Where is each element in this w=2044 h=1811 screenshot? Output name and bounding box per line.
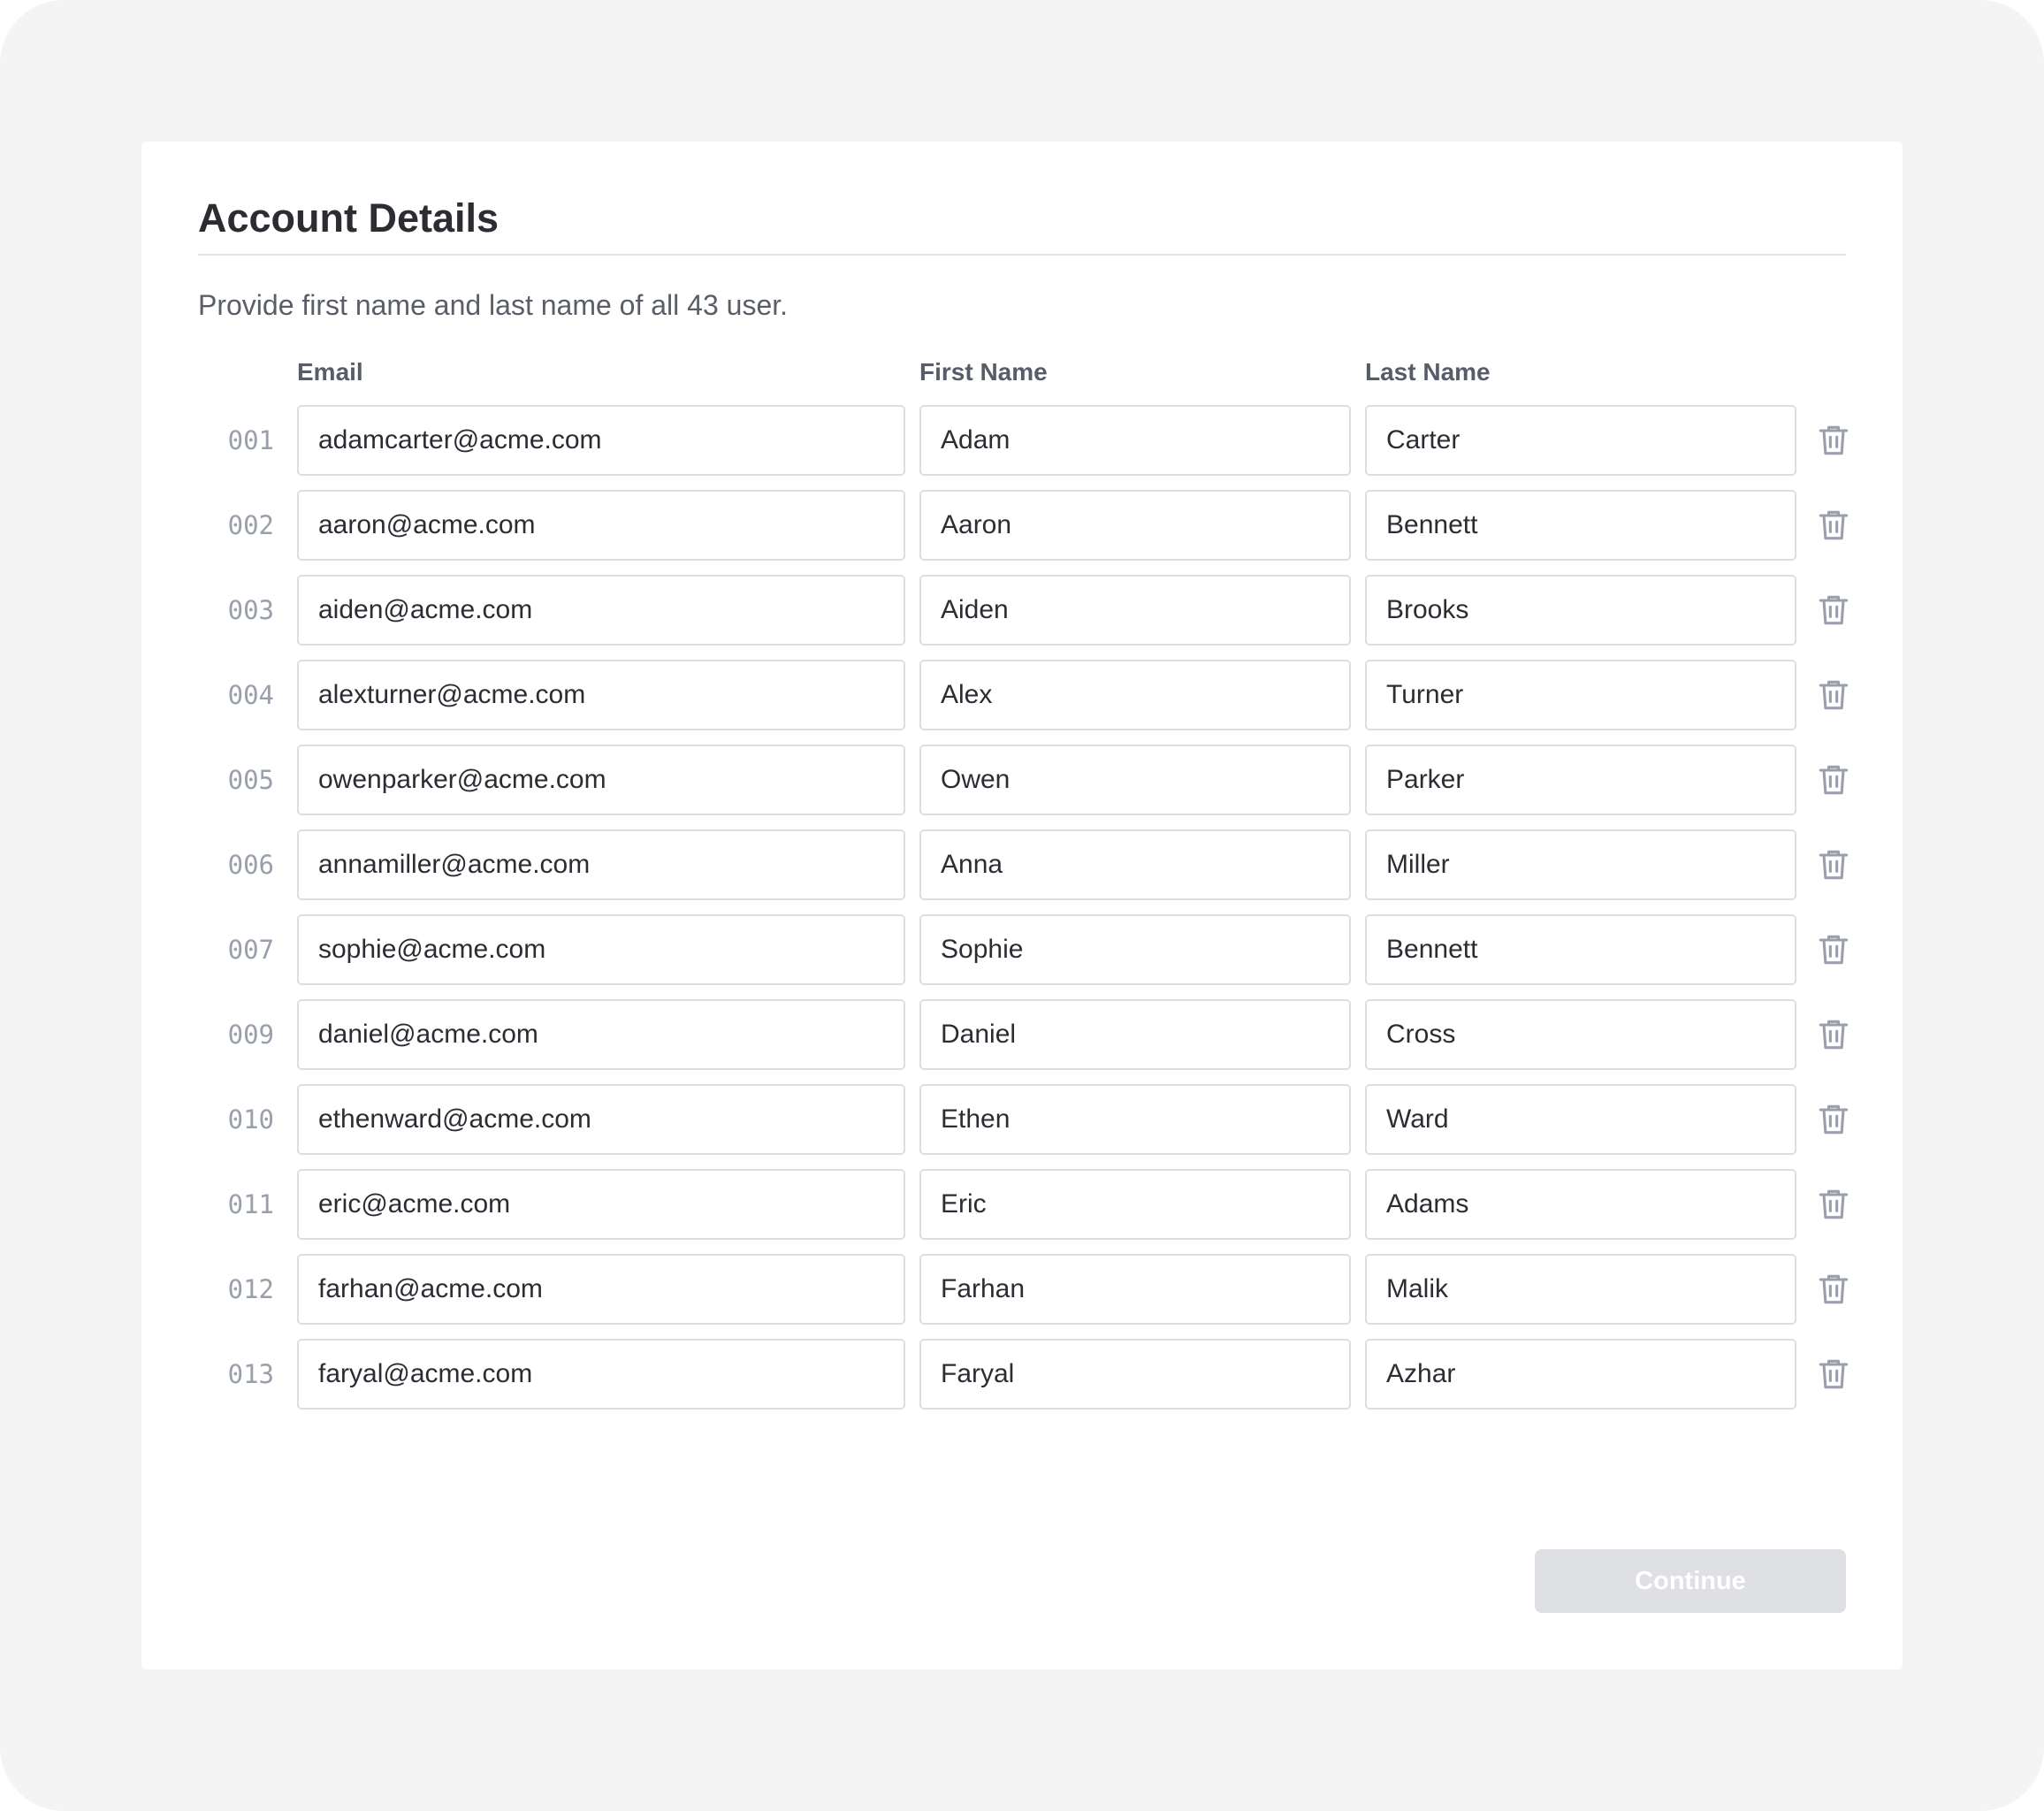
first-name-field[interactable] [919, 829, 1351, 900]
user-row: 011 [141, 1169, 1903, 1254]
last-name-field[interactable] [1365, 1169, 1796, 1240]
email-field[interactable] [297, 1084, 905, 1155]
row-number: 012 [227, 1274, 274, 1304]
last-name-field[interactable] [1365, 745, 1796, 815]
first-name-field[interactable] [919, 405, 1351, 476]
first-name-field[interactable] [919, 1084, 1351, 1155]
continue-button[interactable]: Continue [1535, 1549, 1846, 1613]
last-name-field[interactable] [1365, 1339, 1796, 1410]
last-name-field[interactable] [1365, 829, 1796, 900]
form-instructions: Provide first name and last name of all … [198, 289, 789, 321]
row-number: 004 [227, 680, 274, 710]
user-row: 002 [141, 490, 1903, 575]
title-divider [198, 254, 1846, 256]
email-field[interactable] [297, 1339, 905, 1410]
first-name-field[interactable] [919, 1254, 1351, 1325]
last-name-field[interactable] [1365, 575, 1796, 646]
user-rows: 001 002 003 [141, 405, 1903, 1424]
user-row: 001 [141, 405, 1903, 490]
email-field[interactable] [297, 1169, 905, 1240]
row-number: 006 [227, 850, 274, 880]
last-name-field[interactable] [1365, 1084, 1796, 1155]
trash-icon[interactable] [1814, 1355, 1853, 1394]
email-field[interactable] [297, 405, 905, 476]
column-header-email: Email [297, 358, 363, 386]
email-field[interactable] [297, 829, 905, 900]
user-row: 004 [141, 660, 1903, 745]
first-name-field[interactable] [919, 1169, 1351, 1240]
trash-icon[interactable] [1814, 591, 1853, 630]
row-number: 002 [227, 510, 274, 540]
first-name-field[interactable] [919, 575, 1351, 646]
page-title: Account Details [198, 195, 500, 241]
first-name-field[interactable] [919, 914, 1351, 985]
last-name-field[interactable] [1365, 999, 1796, 1070]
first-name-field[interactable] [919, 999, 1351, 1070]
email-field[interactable] [297, 999, 905, 1070]
user-row: 006 [141, 829, 1903, 914]
trash-icon[interactable] [1814, 676, 1853, 714]
trash-icon[interactable] [1814, 1185, 1853, 1224]
user-row: 003 [141, 575, 1903, 660]
user-row: 010 [141, 1084, 1903, 1169]
first-name-field[interactable] [919, 490, 1351, 561]
trash-icon[interactable] [1814, 845, 1853, 884]
first-name-field[interactable] [919, 745, 1351, 815]
app-window: Account Details Provide first name and l… [0, 0, 2044, 1811]
row-number: 011 [227, 1189, 274, 1219]
trash-icon[interactable] [1814, 421, 1853, 460]
row-number: 013 [227, 1359, 274, 1389]
user-row: 013 [141, 1339, 1903, 1424]
user-row: 005 [141, 745, 1903, 829]
row-number: 003 [227, 595, 274, 625]
column-header-first-name: First Name [919, 358, 1048, 386]
last-name-field[interactable] [1365, 490, 1796, 561]
trash-icon[interactable] [1814, 1100, 1853, 1139]
row-number: 007 [227, 935, 274, 965]
trash-icon[interactable] [1814, 760, 1853, 799]
email-field[interactable] [297, 575, 905, 646]
user-row: 007 [141, 914, 1903, 999]
trash-icon[interactable] [1814, 1270, 1853, 1309]
email-field[interactable] [297, 660, 905, 730]
last-name-field[interactable] [1365, 1254, 1796, 1325]
last-name-field[interactable] [1365, 405, 1796, 476]
user-row: 012 [141, 1254, 1903, 1339]
last-name-field[interactable] [1365, 660, 1796, 730]
account-details-card: Account Details Provide first name and l… [141, 141, 1903, 1670]
row-number: 005 [227, 765, 274, 795]
email-field[interactable] [297, 914, 905, 985]
row-number: 010 [227, 1104, 274, 1135]
trash-icon[interactable] [1814, 506, 1853, 545]
column-header-last-name: Last Name [1365, 358, 1491, 386]
email-field[interactable] [297, 745, 905, 815]
row-number: 001 [227, 425, 274, 455]
first-name-field[interactable] [919, 660, 1351, 730]
email-field[interactable] [297, 490, 905, 561]
trash-icon[interactable] [1814, 930, 1853, 969]
trash-icon[interactable] [1814, 1015, 1853, 1054]
row-number: 009 [227, 1020, 274, 1050]
email-field[interactable] [297, 1254, 905, 1325]
last-name-field[interactable] [1365, 914, 1796, 985]
user-row: 009 [141, 999, 1903, 1084]
first-name-field[interactable] [919, 1339, 1351, 1410]
